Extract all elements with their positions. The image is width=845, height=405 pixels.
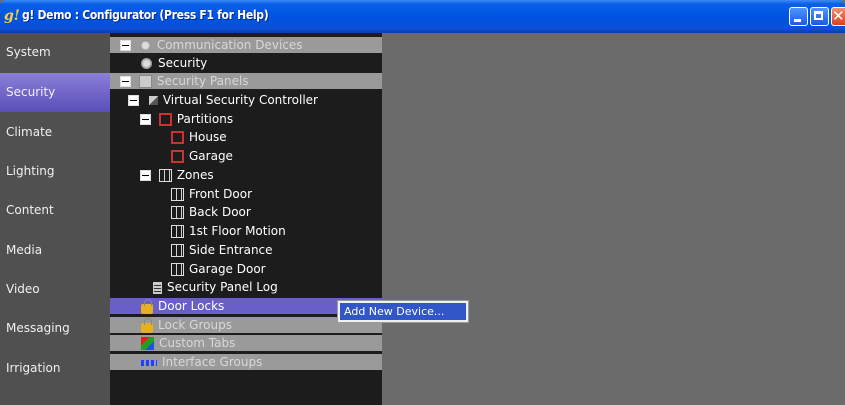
minimize-icon — [794, 19, 801, 22]
group-label: Lock Groups — [158, 318, 232, 332]
partition-icon — [171, 150, 184, 163]
tree-item-label: Garage Door — [189, 262, 266, 276]
tree-item-label: Front Door — [189, 187, 253, 201]
group-label: Custom Tabs — [159, 336, 236, 350]
log-icon — [153, 281, 162, 294]
tree-item-security-panel-log[interactable]: Security Panel Log — [151, 278, 278, 296]
context-menu: Add New Device... — [337, 300, 469, 323]
controller-icon — [148, 96, 158, 105]
category-sidebar: System Security Climate Lighting Content… — [0, 33, 110, 405]
security-panel-icon — [138, 75, 152, 88]
tree-item-label: Virtual Security Controller — [162, 93, 318, 107]
group-interface-groups[interactable]: Interface Groups — [110, 354, 382, 370]
sidebar-item-irrigation[interactable]: Irrigation — [0, 349, 110, 388]
zone-icon — [171, 225, 184, 238]
group-label: Interface Groups — [162, 355, 263, 369]
group-communication-devices[interactable]: Communication Devices — [110, 37, 382, 53]
tree-item-partitions[interactable]: Partitions — [140, 110, 233, 128]
partition-icon — [171, 131, 184, 144]
content-area — [382, 33, 845, 405]
sidebar-item-system[interactable]: System — [0, 33, 110, 72]
maximize-button[interactable] — [810, 7, 829, 26]
tree-item-security[interactable]: Security — [140, 54, 207, 72]
tree-item-label: Security — [158, 56, 208, 70]
tree-item-side-entrance[interactable]: Side Entrance — [171, 241, 273, 259]
minimize-button[interactable] — [789, 7, 808, 26]
window-title: g! Demo : Configurator (Press F1 for Hel… — [22, 8, 269, 22]
tree-item-label: 1st Floor Motion — [189, 224, 286, 238]
group-label: Door Locks — [158, 299, 225, 313]
sidebar-item-lighting[interactable]: Lighting — [0, 152, 110, 191]
title-bar[interactable]: g! g! Demo : Configurator (Press F1 for … — [0, 0, 845, 33]
tree-item-label: Garage — [189, 149, 233, 163]
tree-item-garage[interactable]: Garage — [171, 147, 233, 165]
device-tree: Communication Devices Security Security … — [110, 33, 382, 405]
tree-item-garage-door[interactable]: Garage Door — [171, 260, 266, 278]
tree-item-house[interactable]: House — [171, 128, 227, 146]
group-label: Communication Devices — [156, 38, 303, 52]
zone-icon — [171, 188, 184, 201]
tree-item-1st-floor-motion[interactable]: 1st Floor Motion — [171, 222, 286, 240]
collapse-icon[interactable] — [128, 95, 139, 106]
zone-icon — [171, 206, 184, 219]
lock-icon — [141, 298, 153, 314]
tree-item-virtual-security-controller[interactable]: Virtual Security Controller — [128, 91, 318, 109]
sidebar-item-security[interactable]: Security — [0, 73, 110, 112]
communication-icon — [138, 39, 152, 52]
close-button[interactable]: ✕ — [831, 7, 845, 26]
group-custom-tabs[interactable]: Custom Tabs — [110, 335, 382, 351]
collapse-icon[interactable] — [140, 170, 151, 181]
add-new-device-menu-item[interactable]: Add New Device... — [340, 303, 466, 320]
communication-device-icon — [140, 57, 153, 70]
tree-item-label: House — [189, 130, 227, 144]
tree-item-label: Back Door — [189, 205, 251, 219]
tree-item-label: Partitions — [176, 112, 234, 126]
zone-icon — [171, 244, 184, 257]
tree-item-label: Zones — [176, 168, 214, 182]
tree-item-label: Security Panel Log — [167, 280, 278, 294]
sidebar-item-video[interactable]: Video — [0, 270, 110, 309]
zone-icon — [158, 169, 172, 182]
sidebar-item-content[interactable]: Content — [0, 191, 110, 230]
tree-item-zones[interactable]: Zones — [140, 166, 214, 184]
lock-group-icon — [141, 317, 153, 333]
interface-groups-icon — [141, 359, 157, 366]
tree-item-back-door[interactable]: Back Door — [171, 203, 251, 221]
sidebar-item-media[interactable]: Media — [0, 231, 110, 270]
maximize-icon — [814, 11, 823, 20]
group-security-panels[interactable]: Security Panels — [110, 73, 382, 89]
collapse-icon[interactable] — [140, 114, 151, 125]
close-icon: ✕ — [832, 7, 845, 25]
tree-item-label: Side Entrance — [189, 243, 273, 257]
custom-tabs-icon — [141, 337, 154, 350]
collapse-icon[interactable] — [120, 40, 131, 51]
partition-icon — [158, 113, 172, 126]
tree-item-front-door[interactable]: Front Door — [171, 185, 252, 203]
app-icon: g! — [4, 8, 20, 24]
zone-icon — [171, 263, 184, 276]
group-label: Security Panels — [156, 74, 249, 88]
sidebar-item-climate[interactable]: Climate — [0, 113, 110, 152]
sidebar-item-messaging[interactable]: Messaging — [0, 309, 110, 348]
collapse-icon[interactable] — [120, 76, 131, 87]
